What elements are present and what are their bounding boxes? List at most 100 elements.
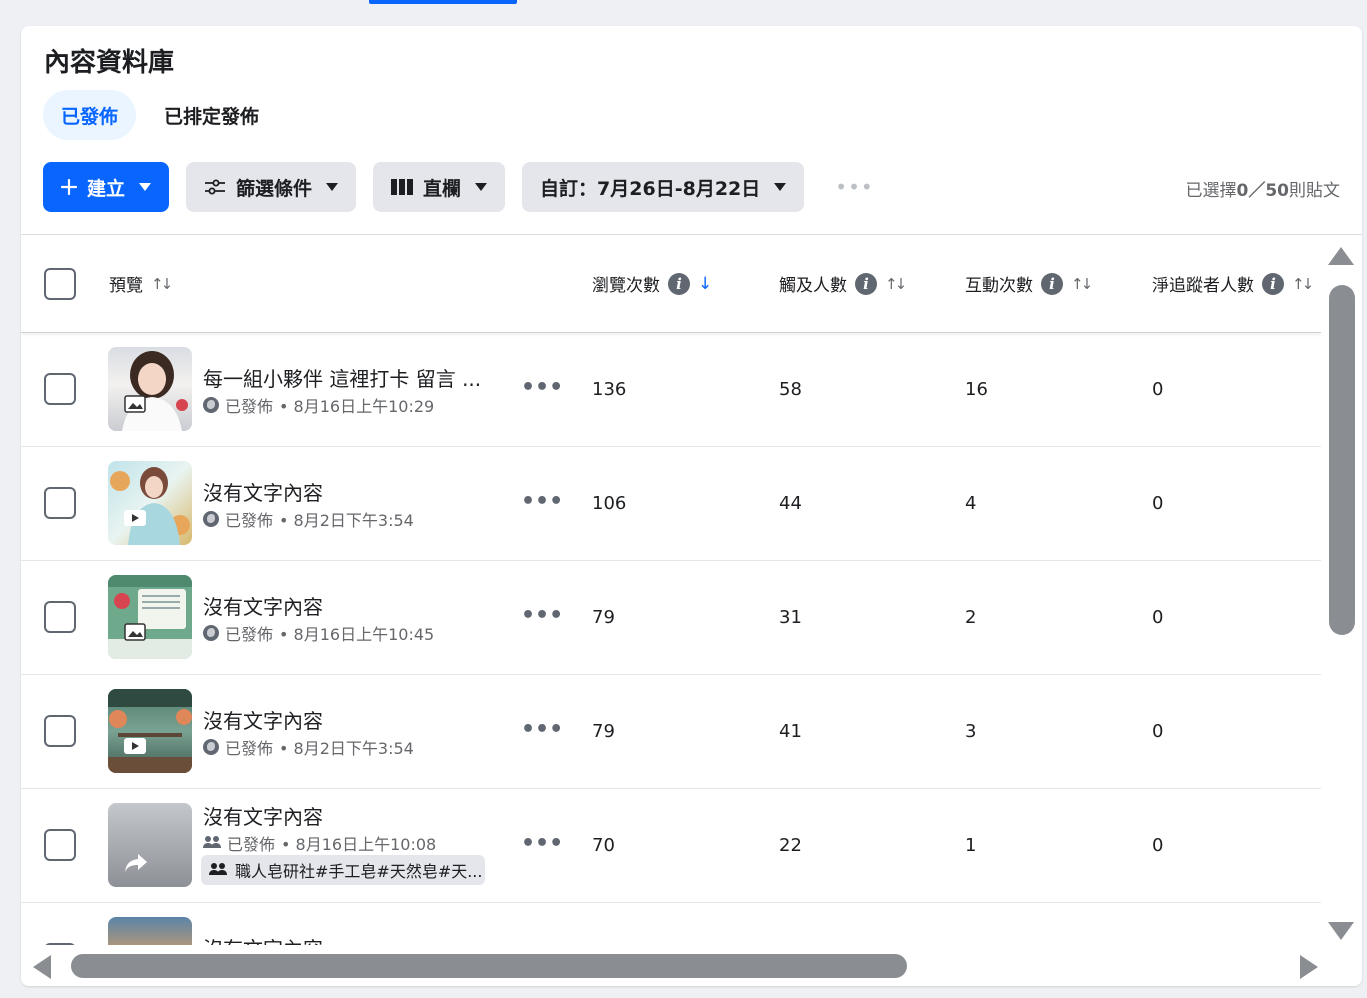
horizontal-scroll-thumb[interactable] (71, 954, 907, 978)
views-cell: 70 (592, 835, 615, 856)
table-row[interactable]: 沒有文字內容 已發佈 • 8月16日上午10:08 職人皂研社#手工皂#天然皂#… (21, 789, 1321, 903)
selected-count: 已選擇0／50則貼文 (1185, 181, 1341, 201)
globe-icon (203, 397, 219, 413)
reach-cell: 22 (779, 835, 802, 856)
info-icon[interactable]: i (855, 272, 877, 295)
page-title: 內容資料庫 (44, 48, 175, 78)
sort-icon: ↑↓ (151, 274, 173, 293)
vertical-scroll-thumb[interactable] (1329, 285, 1355, 635)
table-row[interactable]: 每一組小夥伴 這裡打卡 留言 ... 已發佈 • 8月16日上午10:29 ••… (21, 333, 1321, 447)
row-more-button[interactable]: ••• (521, 605, 563, 627)
post-thumbnail[interactable] (108, 917, 192, 945)
tab-published[interactable]: 已發佈 (43, 90, 137, 140)
net-followers-cell: 0 (1152, 607, 1164, 628)
net-followers-cell: 0 (1152, 493, 1164, 514)
scroll-down-arrow-icon[interactable] (1328, 922, 1354, 940)
row-checkbox[interactable] (44, 487, 76, 519)
post-meta: 已發佈 • 8月2日下午3:54 (203, 507, 414, 531)
sort-descending-icon: ↓ (698, 273, 713, 294)
header-preview[interactable]: 預覽 ↑↓ (109, 271, 173, 297)
posts-table: 預覽 ↑↓ 瀏覽次數 i ↓ 觸及人數 i ↑↓ 互動次數 i ↑↓ 淨追蹤者人… (21, 235, 1321, 945)
engagement-cell: 16 (965, 379, 988, 400)
header-views[interactable]: 瀏覽次數 i ↓ (592, 271, 712, 296)
net-followers-cell: 0 (1152, 379, 1164, 400)
create-button[interactable]: 建立 (43, 162, 170, 212)
post-thumbnail[interactable] (108, 461, 192, 545)
sort-icon: ↑↓ (885, 274, 907, 293)
row-checkbox[interactable] (44, 601, 76, 633)
globe-icon (203, 511, 219, 527)
post-title[interactable]: 沒有文字內容 (203, 591, 323, 620)
scroll-left-arrow-icon[interactable] (33, 955, 51, 979)
tab-scheduled[interactable]: 已排定發佈 (146, 90, 277, 140)
post-meta: 已發佈 • 8月2日下午3:54 (203, 735, 414, 759)
sort-icon: ↑↓ (1292, 274, 1314, 293)
post-title[interactable]: 沒有文字內容 (203, 933, 323, 945)
content-library-card: 內容資料庫 已發佈 已排定發佈 建立 篩選條件 直欄 自訂：7月26日-8月22… (21, 26, 1362, 986)
row-more-button[interactable]: ••• (521, 833, 563, 855)
create-button-label: 建立 (87, 177, 126, 200)
filter-button-label: 篩選條件 (236, 177, 313, 200)
vertical-scrollbar[interactable] (1322, 235, 1362, 945)
net-followers-cell: 0 (1152, 721, 1164, 742)
scroll-up-arrow-icon[interactable] (1328, 247, 1354, 265)
table-header: 預覽 ↑↓ 瀏覽次數 i ↓ 觸及人數 i ↑↓ 互動次數 i ↑↓ 淨追蹤者人… (21, 235, 1321, 333)
engagement-cell: 1 (965, 835, 977, 856)
post-title[interactable]: 沒有文字內容 (203, 801, 323, 830)
engagement-cell: 2 (965, 607, 977, 628)
group-audience-icon (203, 834, 221, 853)
plus-icon (61, 179, 77, 195)
header-engagement[interactable]: 互動次數 i ↑↓ (965, 271, 1093, 296)
date-range-button[interactable]: 自訂：7月26日-8月22日 (522, 162, 805, 212)
reach-cell: 31 (779, 607, 802, 628)
post-title[interactable]: 沒有文字內容 (203, 705, 323, 734)
engagement-cell: 4 (965, 493, 977, 514)
group-tag[interactable]: 職人皂研社#手工皂#天然皂#天... (201, 855, 485, 885)
post-thumbnail[interactable] (108, 689, 192, 773)
views-cell: 106 (592, 493, 627, 514)
photo-icon (124, 395, 146, 413)
post-title[interactable]: 沒有文字內容 (203, 477, 323, 506)
horizontal-scrollbar[interactable] (21, 948, 1362, 986)
row-checkbox[interactable] (44, 715, 76, 747)
video-icon (124, 509, 146, 527)
scroll-right-arrow-icon[interactable] (1300, 955, 1318, 979)
info-icon[interactable]: i (668, 272, 690, 295)
table-row[interactable]: 沒有文字內容 已發佈 • 8月16日上午10:45 ••• 79 31 2 0 (21, 561, 1321, 675)
caret-down-icon (475, 183, 488, 191)
views-cell: 136 (592, 379, 627, 400)
columns-button[interactable]: 直欄 (373, 162, 506, 212)
post-meta: 已發佈 • 8月16日上午10:45 (203, 621, 434, 645)
row-more-button[interactable]: ••• (521, 719, 563, 741)
post-thumbnail[interactable] (108, 575, 192, 659)
table-row[interactable]: 沒有文字內容 (21, 903, 1321, 945)
tabs: 已發佈 已排定發佈 (43, 90, 277, 140)
photo-icon (124, 623, 146, 641)
post-thumbnail[interactable] (108, 803, 192, 887)
top-tab-indicator (369, 0, 517, 4)
info-icon[interactable]: i (1262, 272, 1284, 295)
select-all-checkbox[interactable] (44, 268, 76, 300)
table-row[interactable]: 沒有文字內容 已發佈 • 8月2日下午3:54 ••• 106 44 4 0 (21, 447, 1321, 561)
row-checkbox[interactable] (44, 943, 76, 945)
filter-button[interactable]: 篩選條件 (186, 162, 357, 212)
toolbar-more-button[interactable]: ••• (835, 175, 873, 199)
row-checkbox[interactable] (44, 829, 76, 861)
table-row[interactable]: 沒有文字內容 已發佈 • 8月2日下午3:54 ••• 79 41 3 0 (21, 675, 1321, 789)
share-icon (124, 853, 147, 872)
header-net-followers[interactable]: 淨追蹤者人數 i ↑↓ (1152, 271, 1314, 296)
header-reach[interactable]: 觸及人數 i ↑↓ (779, 271, 907, 296)
caret-down-icon (326, 183, 339, 191)
row-more-button[interactable]: ••• (521, 491, 563, 513)
row-checkbox[interactable] (44, 373, 76, 405)
globe-icon (203, 739, 219, 755)
post-thumbnail[interactable] (108, 347, 192, 431)
post-meta: 已發佈 • 8月16日上午10:08 (203, 831, 436, 855)
caret-down-icon (139, 183, 152, 191)
sort-icon: ↑↓ (1071, 274, 1093, 293)
post-title[interactable]: 每一組小夥伴 這裡打卡 留言 ... (203, 363, 481, 392)
caret-down-icon (774, 183, 787, 191)
row-more-button[interactable]: ••• (521, 377, 563, 399)
info-icon[interactable]: i (1041, 272, 1063, 295)
date-range-label: 自訂：7月26日-8月22日 (540, 177, 761, 200)
